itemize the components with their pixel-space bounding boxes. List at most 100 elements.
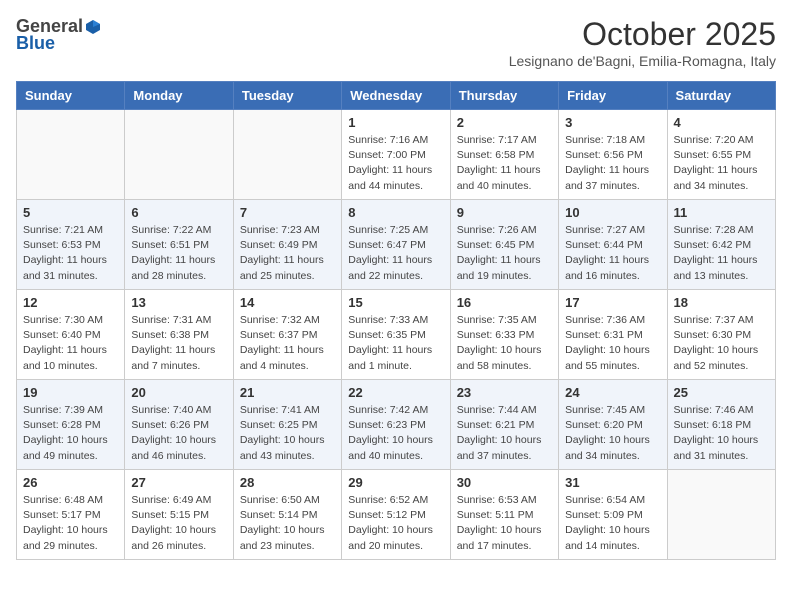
calendar-week-4: 19Sunrise: 7:39 AM Sunset: 6:28 PM Dayli… <box>17 380 776 470</box>
calendar-cell: 23 Sunrise: 7:44 AM Sunset: 6:21 PM Dayli… <box>450 380 558 470</box>
calendar-cell: 2 Sunrise: 7:17 AM Sunset: 6:58 PM Daylig… <box>450 110 558 200</box>
day-info: Sunrise: 6:53 AM Sunset: 5:11 PM Dayligh… <box>457 493 552 554</box>
day-number: 19 <box>23 385 118 400</box>
calendar-cell: 25 Sunrise: 7:46 AM Sunset: 6:18 PM Dayli… <box>667 380 775 470</box>
calendar-table: SundayMondayTuesdayWednesdayThursdayFrid… <box>16 81 776 560</box>
logo-flag-icon <box>85 19 101 35</box>
day-info: Sunrise: 7:32 AM Sunset: 6:37 PM Dayligh… <box>240 313 335 374</box>
day-info: Sunrise: 7:17 AM Sunset: 6:58 PM Dayligh… <box>457 133 552 194</box>
day-number: 20 <box>131 385 226 400</box>
calendar-cell <box>17 110 125 200</box>
day-info: Sunrise: 7:31 AM Sunset: 6:38 PM Dayligh… <box>131 313 226 374</box>
header-thursday: Thursday <box>450 82 558 110</box>
calendar-cell: 17Sunrise: 7:36 AM Sunset: 6:31 PM Dayli… <box>559 290 667 380</box>
day-info: Sunrise: 7:27 AM Sunset: 6:44 PM Dayligh… <box>565 223 660 284</box>
day-number: 30 <box>457 475 552 490</box>
day-number: 8 <box>348 205 443 220</box>
calendar-week-5: 26 Sunrise: 6:48 AM Sunset: 5:17 PM Dayli… <box>17 470 776 560</box>
calendar-week-1: 1 Sunrise: 7:16 AM Sunset: 7:00 PM Daylig… <box>17 110 776 200</box>
day-info: Sunrise: 6:50 AM Sunset: 5:14 PM Dayligh… <box>240 493 335 554</box>
day-info: Sunrise: 7:21 AM Sunset: 6:53 PM Dayligh… <box>23 223 118 284</box>
day-info: Sunrise: 7:28 AM Sunset: 6:42 PM Dayligh… <box>674 223 769 284</box>
header-saturday: Saturday <box>667 82 775 110</box>
day-info: Sunrise: 6:48 AM Sunset: 5:17 PM Dayligh… <box>23 493 118 554</box>
day-info: Sunrise: 7:18 AM Sunset: 6:56 PM Dayligh… <box>565 133 660 194</box>
day-info: Sunrise: 6:49 AM Sunset: 5:15 PM Dayligh… <box>131 493 226 554</box>
calendar-cell: 8 Sunrise: 7:25 AM Sunset: 6:47 PM Daylig… <box>342 200 450 290</box>
day-number: 23 <box>457 385 552 400</box>
day-info: Sunrise: 7:33 AM Sunset: 6:35 PM Dayligh… <box>348 313 443 374</box>
day-number: 22 <box>348 385 443 400</box>
header-sunday: Sunday <box>17 82 125 110</box>
day-number: 10 <box>565 205 660 220</box>
day-number: 26 <box>23 475 118 490</box>
day-number: 12 <box>23 295 118 310</box>
calendar-cell: 7 Sunrise: 7:23 AM Sunset: 6:49 PM Daylig… <box>233 200 341 290</box>
calendar-cell <box>233 110 341 200</box>
calendar-week-3: 12 Sunrise: 7:30 AM Sunset: 6:40 PM Dayli… <box>17 290 776 380</box>
day-info: Sunrise: 7:30 AM Sunset: 6:40 PM Dayligh… <box>23 313 118 374</box>
calendar-cell: 9Sunrise: 7:26 AM Sunset: 6:45 PM Daylig… <box>450 200 558 290</box>
day-number: 24 <box>565 385 660 400</box>
day-info: Sunrise: 6:54 AM Sunset: 5:09 PM Dayligh… <box>565 493 660 554</box>
day-number: 5 <box>23 205 118 220</box>
day-info: Sunrise: 7:41 AM Sunset: 6:25 PM Dayligh… <box>240 403 335 464</box>
day-number: 28 <box>240 475 335 490</box>
header-monday: Monday <box>125 82 233 110</box>
day-info: Sunrise: 7:16 AM Sunset: 7:00 PM Dayligh… <box>348 133 443 194</box>
calendar-cell: 22 Sunrise: 7:42 AM Sunset: 6:23 PM Dayli… <box>342 380 450 470</box>
calendar-week-2: 5 Sunrise: 7:21 AM Sunset: 6:53 PM Daylig… <box>17 200 776 290</box>
calendar-cell: 31 Sunrise: 6:54 AM Sunset: 5:09 PM Dayli… <box>559 470 667 560</box>
day-info: Sunrise: 7:46 AM Sunset: 6:18 PM Dayligh… <box>674 403 769 464</box>
calendar-cell: 10 Sunrise: 7:27 AM Sunset: 6:44 PM Dayli… <box>559 200 667 290</box>
calendar-cell: 15 Sunrise: 7:33 AM Sunset: 6:35 PM Dayli… <box>342 290 450 380</box>
calendar-cell: 29 Sunrise: 6:52 AM Sunset: 5:12 PM Dayli… <box>342 470 450 560</box>
calendar-cell: 19Sunrise: 7:39 AM Sunset: 6:28 PM Dayli… <box>17 380 125 470</box>
calendar-cell: 27 Sunrise: 6:49 AM Sunset: 5:15 PM Dayli… <box>125 470 233 560</box>
day-info: Sunrise: 7:42 AM Sunset: 6:23 PM Dayligh… <box>348 403 443 464</box>
day-number: 16 <box>457 295 552 310</box>
calendar-cell: 1 Sunrise: 7:16 AM Sunset: 7:00 PM Daylig… <box>342 110 450 200</box>
day-info: Sunrise: 7:45 AM Sunset: 6:20 PM Dayligh… <box>565 403 660 464</box>
header-wednesday: Wednesday <box>342 82 450 110</box>
month-title: October 2025 <box>509 16 776 53</box>
calendar-cell: 16Sunrise: 7:35 AM Sunset: 6:33 PM Dayli… <box>450 290 558 380</box>
day-number: 1 <box>348 115 443 130</box>
day-info: Sunrise: 7:25 AM Sunset: 6:47 PM Dayligh… <box>348 223 443 284</box>
day-info: Sunrise: 7:37 AM Sunset: 6:30 PM Dayligh… <box>674 313 769 374</box>
day-info: Sunrise: 7:23 AM Sunset: 6:49 PM Dayligh… <box>240 223 335 284</box>
calendar-cell: 28 Sunrise: 6:50 AM Sunset: 5:14 PM Dayli… <box>233 470 341 560</box>
day-number: 25 <box>674 385 769 400</box>
day-number: 15 <box>348 295 443 310</box>
calendar-cell: 6 Sunrise: 7:22 AM Sunset: 6:51 PM Daylig… <box>125 200 233 290</box>
day-info: Sunrise: 7:44 AM Sunset: 6:21 PM Dayligh… <box>457 403 552 464</box>
day-info: Sunrise: 7:22 AM Sunset: 6:51 PM Dayligh… <box>131 223 226 284</box>
day-number: 2 <box>457 115 552 130</box>
calendar-cell: 12 Sunrise: 7:30 AM Sunset: 6:40 PM Dayli… <box>17 290 125 380</box>
day-number: 27 <box>131 475 226 490</box>
day-info: Sunrise: 6:52 AM Sunset: 5:12 PM Dayligh… <box>348 493 443 554</box>
day-info: Sunrise: 7:40 AM Sunset: 6:26 PM Dayligh… <box>131 403 226 464</box>
day-info: Sunrise: 7:26 AM Sunset: 6:45 PM Dayligh… <box>457 223 552 284</box>
day-number: 7 <box>240 205 335 220</box>
calendar-header-row: SundayMondayTuesdayWednesdayThursdayFrid… <box>17 82 776 110</box>
header-tuesday: Tuesday <box>233 82 341 110</box>
calendar-cell <box>125 110 233 200</box>
day-info: Sunrise: 7:36 AM Sunset: 6:31 PM Dayligh… <box>565 313 660 374</box>
day-number: 4 <box>674 115 769 130</box>
day-number: 14 <box>240 295 335 310</box>
calendar-cell: 4Sunrise: 7:20 AM Sunset: 6:55 PM Daylig… <box>667 110 775 200</box>
day-number: 31 <box>565 475 660 490</box>
calendar-cell: 11Sunrise: 7:28 AM Sunset: 6:42 PM Dayli… <box>667 200 775 290</box>
logo: General Blue <box>16 16 101 54</box>
calendar-cell: 20 Sunrise: 7:40 AM Sunset: 6:26 PM Dayli… <box>125 380 233 470</box>
calendar-cell: 14 Sunrise: 7:32 AM Sunset: 6:37 PM Dayli… <box>233 290 341 380</box>
day-number: 21 <box>240 385 335 400</box>
day-number: 29 <box>348 475 443 490</box>
calendar-cell: 5 Sunrise: 7:21 AM Sunset: 6:53 PM Daylig… <box>17 200 125 290</box>
calendar-cell: 30 Sunrise: 6:53 AM Sunset: 5:11 PM Dayli… <box>450 470 558 560</box>
day-number: 6 <box>131 205 226 220</box>
calendar-cell: 21 Sunrise: 7:41 AM Sunset: 6:25 PM Dayli… <box>233 380 341 470</box>
day-number: 3 <box>565 115 660 130</box>
page-header: General Blue October 2025 Lesignano de'B… <box>16 16 776 69</box>
